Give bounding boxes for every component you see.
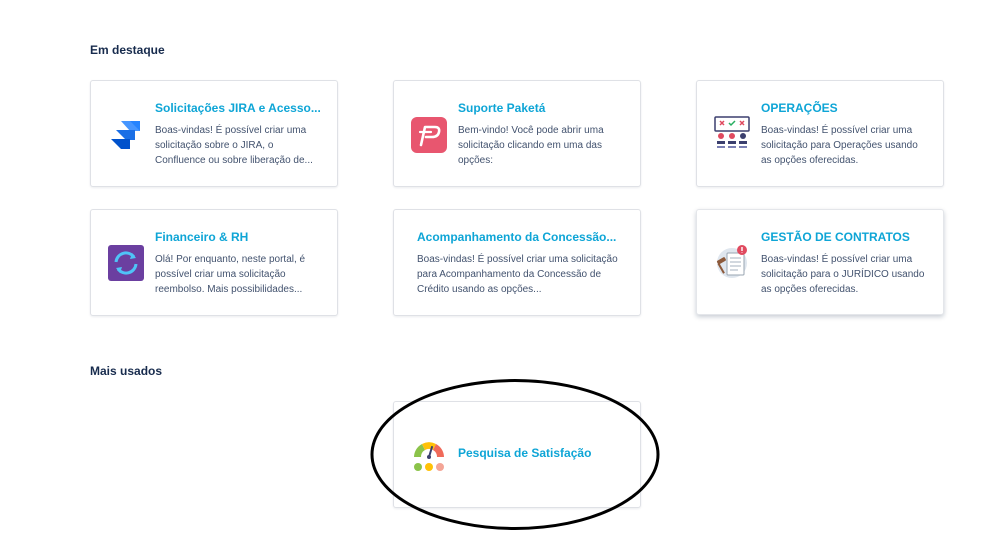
portal-card-acompanhamento-concessao[interactable]: Acompanhamento da Concessão... Boas-vind… bbox=[393, 209, 641, 316]
portal-card-gestao-contratos[interactable]: GESTÃO DE CONTRATOS Boas-vindas! É possí… bbox=[696, 209, 944, 315]
contract-icon bbox=[714, 243, 750, 279]
satisfaction-gauge-icon bbox=[411, 437, 447, 473]
jira-logo-icon bbox=[108, 117, 144, 153]
card-title: Suporte Paketá bbox=[458, 101, 546, 115]
card-title: Acompanhamento da Concessão... bbox=[417, 230, 617, 244]
card-description: Olá! Por enquanto, neste portal, é possí… bbox=[155, 254, 306, 295]
card-title: GESTÃO DE CONTRATOS bbox=[761, 230, 910, 244]
card-title: OPERAÇÕES bbox=[761, 101, 838, 115]
portal-card-financeiro-rh[interactable]: Financeiro & RH Olá! Por enquanto, neste… bbox=[90, 209, 338, 316]
operations-icon bbox=[714, 115, 750, 151]
paketa-logo-icon bbox=[411, 117, 447, 153]
card-description: Boas-vindas! É possível criar uma solici… bbox=[417, 254, 618, 295]
card-title: Financeiro & RH bbox=[155, 230, 249, 244]
portal-card-paketa[interactable]: Suporte Paketá Bem-vindo! Você pode abri… bbox=[393, 80, 641, 187]
portal-card-operacoes[interactable]: OPERAÇÕES Boas-vindas! É possível criar … bbox=[696, 80, 944, 187]
featured-section-title: Em destaque bbox=[90, 43, 165, 57]
portal-card-jira[interactable]: Solicitações JIRA e Acesso... Boas-vinda… bbox=[90, 80, 338, 187]
card-description: Boas-vindas! É possível criar uma solici… bbox=[761, 125, 918, 166]
refund-icon bbox=[108, 245, 144, 281]
portal-card-pesquisa-satisfacao[interactable]: Pesquisa de Satisfação bbox=[393, 401, 641, 508]
card-title: Pesquisa de Satisfação bbox=[458, 446, 592, 460]
most-used-section-title: Mais usados bbox=[90, 364, 163, 378]
card-title: Solicitações JIRA e Acesso... bbox=[155, 101, 321, 115]
card-description: Bem-vindo! Você pode abrir uma solicitaç… bbox=[458, 125, 604, 166]
card-description: Boas-vindas! É possível criar uma solici… bbox=[761, 254, 925, 295]
card-description: Boas-vindas! É possível criar uma solici… bbox=[155, 125, 313, 166]
